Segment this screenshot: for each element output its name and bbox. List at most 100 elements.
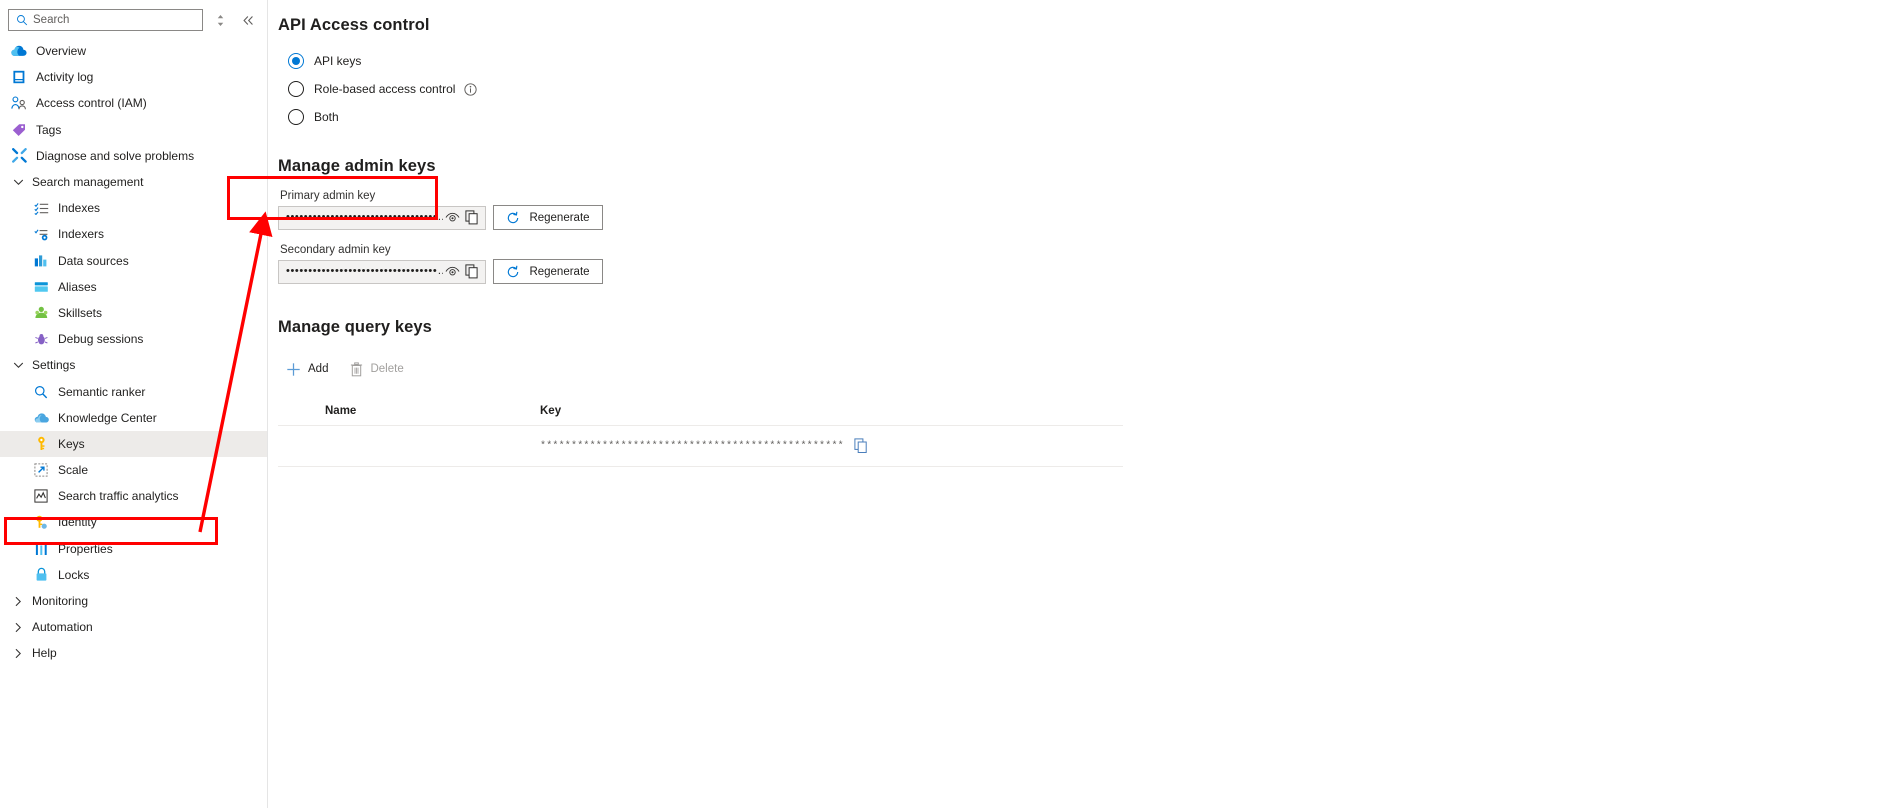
identity-key-icon bbox=[32, 514, 50, 530]
sidebar-item-label: Keys bbox=[58, 436, 85, 451]
collapse-pane-icon[interactable] bbox=[237, 9, 259, 31]
sidebar-item-tags[interactable]: Tags bbox=[0, 117, 267, 143]
sidebar-item-label: Diagnose and solve problems bbox=[36, 148, 195, 163]
sidebar-item-label: Knowledge Center bbox=[58, 410, 157, 425]
sidebar-nav: Overview Activity log Access control (IA… bbox=[0, 38, 267, 667]
sidebar-group-help[interactable]: Help bbox=[0, 640, 267, 666]
lock-icon bbox=[32, 567, 50, 583]
keys-content-pane: API Access control API keys Role-based a… bbox=[268, 0, 1904, 808]
radio-indicator bbox=[288, 109, 304, 125]
sidebar-item-data-sources[interactable]: Data sources bbox=[0, 248, 267, 274]
sidebar-group-search-management[interactable]: Search management bbox=[0, 169, 267, 195]
sidebar-item-label: Activity log bbox=[36, 70, 94, 85]
secondary-regenerate-label: Regenerate bbox=[529, 265, 590, 278]
radio-option-role-based-access-control[interactable]: Role-based access control bbox=[288, 75, 1904, 103]
column-header-name[interactable]: Name bbox=[278, 405, 540, 417]
secondary-admin-key-row: ••••••••••••••••••••••••••••••••••… Rege… bbox=[278, 259, 1904, 284]
sidebar-item-locks[interactable]: Locks bbox=[0, 562, 267, 588]
sidebar-item-label: Locks bbox=[58, 567, 90, 582]
add-query-key-label: Add bbox=[308, 363, 329, 375]
search-icon bbox=[13, 14, 31, 26]
sidebar-item-label: Access control (IAM) bbox=[36, 96, 147, 111]
secondary-admin-key-field[interactable]: ••••••••••••••••••••••••••••••••••… bbox=[278, 259, 486, 284]
sidebar-item-label: Indexers bbox=[58, 227, 105, 242]
primary-regenerate-button[interactable]: Regenerate bbox=[493, 205, 603, 230]
query-key-masked-value: ****************************************… bbox=[540, 440, 844, 452]
sidebar-item-label: Indexes bbox=[58, 201, 101, 216]
sidebar-item-activity-log[interactable]: Activity log bbox=[0, 64, 267, 90]
radio-option-both[interactable]: Both bbox=[288, 103, 1904, 131]
radio-indicator bbox=[288, 81, 304, 97]
sidebar-item-aliases[interactable]: Aliases bbox=[0, 274, 267, 300]
sidebar-group-label: Automation bbox=[32, 620, 93, 635]
sort-toggle-icon[interactable] bbox=[209, 9, 231, 31]
add-query-key-button[interactable]: Add bbox=[286, 357, 328, 381]
sidebar-group-settings[interactable]: Settings bbox=[0, 352, 267, 378]
info-icon[interactable] bbox=[464, 82, 478, 96]
indexes-icon bbox=[32, 200, 50, 216]
wrench-icon bbox=[10, 148, 28, 164]
secondary-admin-key-label: Secondary admin key bbox=[280, 244, 391, 256]
table-row[interactable]: ****************************************… bbox=[278, 426, 1123, 467]
sidebar-item-label: Overview bbox=[36, 44, 87, 59]
cloud-icon bbox=[10, 43, 28, 59]
azure-portal-keys-page: Overview Activity log bbox=[0, 0, 1904, 808]
cell-key: ****************************************… bbox=[540, 438, 1123, 454]
activity-log-icon bbox=[10, 69, 28, 85]
sidebar-item-knowledge-center[interactable]: Knowledge Center bbox=[0, 405, 267, 431]
sidebar-item-label: Search traffic analytics bbox=[58, 489, 179, 504]
api-access-control-radio-group: API keys Role-based access control Both bbox=[288, 47, 1904, 131]
sidebar-item-search-traffic-analytics[interactable]: Search traffic analytics bbox=[0, 483, 267, 509]
sidebar-group-automation[interactable]: Automation bbox=[0, 614, 267, 640]
sidebar-item-indexers[interactable]: Indexers bbox=[0, 221, 267, 247]
refresh-icon bbox=[506, 265, 520, 279]
sidebar-item-semantic-ranker[interactable]: Semantic ranker bbox=[0, 378, 267, 404]
primary-admin-key-field[interactable]: ••••••••••••••••••••••••••••••••••… bbox=[278, 205, 486, 230]
radio-label: Both bbox=[314, 110, 339, 124]
copy-icon[interactable] bbox=[854, 438, 868, 454]
sidebar-item-scale[interactable]: Scale bbox=[0, 457, 267, 483]
sidebar-item-skillsets[interactable]: Skillsets bbox=[0, 300, 267, 326]
api-access-control-title: API Access control bbox=[278, 16, 430, 34]
resource-sidebar: Overview Activity log bbox=[0, 0, 268, 808]
magnifier-icon bbox=[32, 384, 50, 400]
sidebar-item-label: Scale bbox=[58, 463, 89, 478]
query-keys-command-bar: Add Delete bbox=[286, 357, 1904, 381]
knowledge-center-icon bbox=[32, 410, 50, 426]
eye-icon[interactable] bbox=[443, 262, 462, 282]
sidebar-item-properties[interactable]: Properties bbox=[0, 536, 267, 562]
secondary-regenerate-button[interactable]: Regenerate bbox=[493, 259, 603, 284]
search-input[interactable] bbox=[31, 14, 203, 26]
sidebar-group-monitoring[interactable]: Monitoring bbox=[0, 588, 267, 614]
sidebar-item-label: Aliases bbox=[58, 279, 97, 294]
sidebar-item-indexes[interactable]: Indexes bbox=[0, 195, 267, 221]
chevron-right-icon bbox=[10, 645, 26, 661]
sidebar-item-label: Properties bbox=[58, 541, 113, 556]
delete-query-key-button[interactable]: Delete bbox=[350, 357, 404, 381]
sidebar-item-label: Identity bbox=[58, 515, 97, 530]
sidebar-item-identity[interactable]: Identity bbox=[0, 509, 267, 535]
sidebar-group-label: Help bbox=[32, 646, 57, 661]
manage-admin-keys-title: Manage admin keys bbox=[278, 157, 436, 175]
radio-option-api-keys[interactable]: API keys bbox=[288, 47, 1904, 75]
aliases-icon bbox=[32, 279, 50, 295]
sidebar-item-debug-sessions[interactable]: Debug sessions bbox=[0, 326, 267, 352]
column-header-key[interactable]: Key bbox=[540, 405, 1123, 417]
sidebar-item-keys[interactable]: Keys bbox=[0, 430, 267, 457]
eye-icon[interactable] bbox=[443, 208, 462, 228]
copy-icon[interactable] bbox=[462, 208, 481, 228]
copy-icon[interactable] bbox=[462, 262, 481, 282]
sidebar-item-access-control[interactable]: Access control (IAM) bbox=[0, 90, 267, 116]
tag-icon bbox=[10, 122, 28, 138]
primary-admin-key-value: ••••••••••••••••••••••••••••••••••… bbox=[286, 212, 443, 223]
refresh-icon bbox=[506, 211, 520, 225]
sidebar-search-row bbox=[0, 0, 267, 34]
search-box[interactable] bbox=[8, 9, 204, 31]
sidebar-item-diagnose-and-solve-problems[interactable]: Diagnose and solve problems bbox=[0, 143, 267, 169]
sidebar-item-label: Data sources bbox=[58, 253, 129, 268]
scale-icon bbox=[32, 462, 50, 478]
chevron-down-icon bbox=[10, 174, 26, 190]
sidebar-group-label: Settings bbox=[32, 358, 76, 373]
sidebar-item-overview[interactable]: Overview bbox=[0, 38, 267, 64]
sidebar-item-label: Tags bbox=[36, 122, 62, 137]
